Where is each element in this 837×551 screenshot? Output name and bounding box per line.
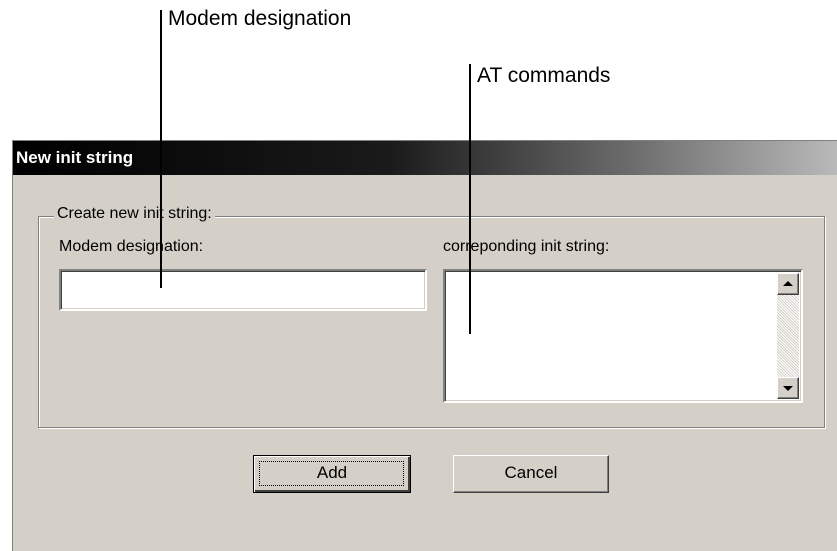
callout-line-modem-designation: [160, 10, 162, 288]
init-string-label: correponding init string:: [443, 238, 610, 255]
callout-line-at-commands: [469, 64, 471, 334]
cancel-button[interactable]: Cancel: [453, 455, 609, 493]
init-string-scrollbar[interactable]: [777, 273, 799, 399]
scroll-up-arrow-icon: [783, 281, 793, 286]
init-string-textarea[interactable]: [443, 269, 803, 403]
new-init-string-dialog: New init string Create new init string: …: [12, 140, 837, 551]
scroll-up-button[interactable]: [777, 273, 799, 295]
cancel-button-label: Cancel: [504, 463, 558, 482]
scroll-down-arrow-icon: [783, 386, 793, 391]
dialog-titlebar[interactable]: New init string: [13, 141, 837, 175]
scroll-down-button[interactable]: [777, 377, 799, 399]
add-button-label: Add: [316, 463, 348, 482]
modem-designation-label: Modem designation:: [59, 238, 204, 255]
callout-at-commands: AT commands: [477, 64, 611, 87]
add-button[interactable]: Add: [253, 455, 411, 493]
callout-modem-designation: Modem designation: [168, 7, 352, 30]
modem-designation-input[interactable]: [59, 269, 427, 311]
group-label: Create new init string:: [54, 205, 215, 223]
dialog-title: New init string: [16, 148, 134, 167]
